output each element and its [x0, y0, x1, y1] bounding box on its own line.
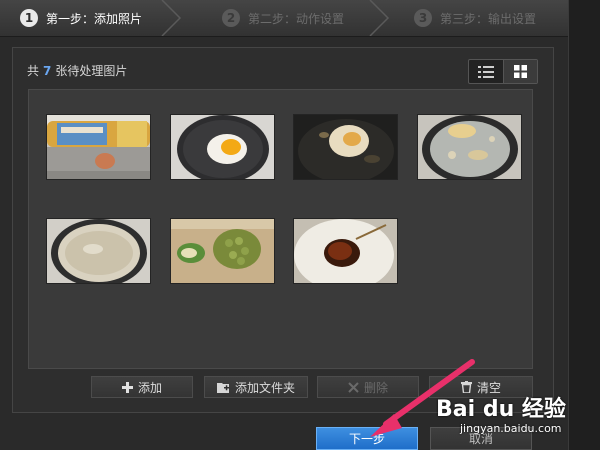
photo-thumbnail[interactable] [294, 219, 397, 283]
photo-thumbnail[interactable] [47, 115, 150, 179]
add-button[interactable]: 添加 [91, 376, 193, 398]
window-edge [568, 0, 600, 450]
plus-icon [121, 381, 133, 393]
photo-panel: 共 7 张待处理图片 添加 添加文件夹 删除 清空 [12, 47, 554, 413]
step-3-number: 3 [414, 9, 432, 27]
step-bar: 1 第一步：添加照片 2 第二步：动作设置 3 第三步：输出设置 [0, 0, 568, 37]
delete-button[interactable]: 删除 [317, 376, 419, 398]
photo-thumbnail[interactable] [418, 115, 521, 179]
step-2[interactable]: 2 第二步：动作设置 [222, 0, 344, 36]
add-folder-button-label: 添加文件夹 [234, 380, 295, 395]
thumbnail-grid[interactable] [28, 89, 533, 369]
step-separator-icon [369, 0, 390, 36]
step-2-label: 第二步：动作设置 [248, 11, 345, 26]
view-mode-toggle [468, 59, 538, 84]
next-step-button[interactable]: 下一步 [316, 427, 418, 450]
watermark-url: jingyan.baidu.com [460, 422, 562, 435]
baidu-watermark: Bai du 经验 jingyan.baidu.com [432, 385, 572, 445]
close-icon [348, 381, 359, 393]
add-button-label: 添加 [137, 380, 162, 395]
pending-count: 7 [43, 64, 52, 78]
count-suffix: 张待处理图片 [55, 64, 128, 78]
grid-view-icon [513, 65, 527, 78]
list-view-icon [477, 65, 494, 78]
grid-view-button[interactable] [502, 60, 537, 83]
step-1[interactable]: 1 第一步：添加照片 [20, 0, 142, 36]
watermark-logo: Bai du 经验 [436, 397, 566, 422]
step-1-label: 第一步：添加照片 [46, 11, 143, 26]
photo-thumbnail[interactable] [47, 219, 150, 283]
step-3[interactable]: 3 第三步：输出设置 [414, 0, 536, 36]
step-separator-icon [161, 0, 182, 36]
list-view-button[interactable] [469, 60, 503, 83]
photo-thumbnail[interactable] [171, 115, 274, 179]
step-2-number: 2 [222, 9, 240, 27]
photo-thumbnail[interactable] [171, 219, 274, 283]
step-1-number: 1 [20, 9, 38, 27]
photo-thumbnail[interactable] [294, 115, 397, 179]
pending-count-label: 共 7 张待处理图片 [27, 62, 127, 79]
step-3-label: 第三步：输出设置 [440, 11, 537, 26]
delete-button-label: 删除 [363, 380, 388, 395]
count-prefix: 共 [27, 64, 40, 78]
add-folder-button[interactable]: 添加文件夹 [204, 376, 308, 398]
folder-add-icon [216, 382, 229, 393]
